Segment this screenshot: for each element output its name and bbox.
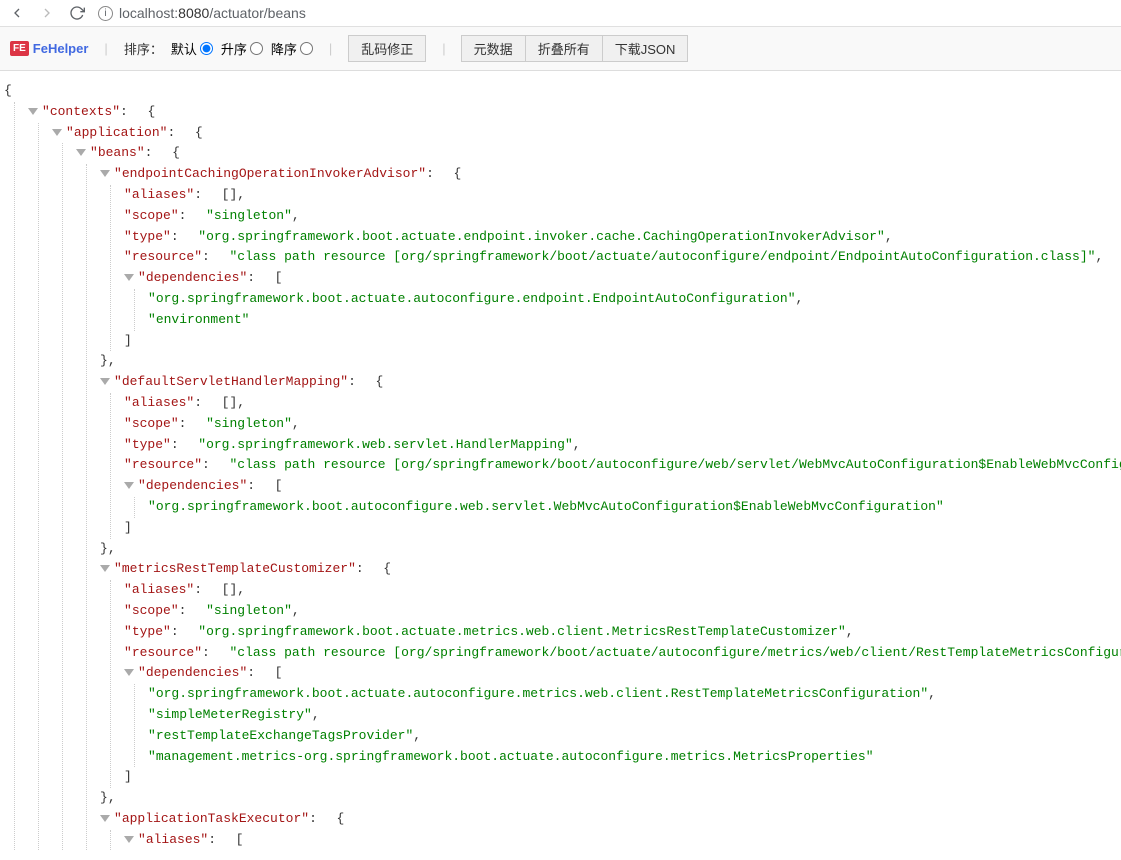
- forward-button[interactable]: [38, 4, 56, 22]
- toggle-icon[interactable]: [76, 149, 86, 156]
- json-key: dependencies: [138, 270, 247, 285]
- json-value: class path resource [org/springframework…: [229, 457, 1121, 472]
- radio-asc[interactable]: 升序: [221, 39, 263, 58]
- toggle-icon[interactable]: [124, 482, 134, 489]
- json-key: application: [66, 125, 167, 140]
- radio-desc-input[interactable]: [300, 42, 313, 55]
- json-key: aliases: [124, 582, 194, 597]
- json-root: {: [4, 81, 1117, 102]
- json-value: singleton: [206, 603, 292, 618]
- json-value: management.metrics-org.springframework.b…: [148, 749, 874, 764]
- json-key: scope: [124, 603, 179, 618]
- json-key: applicationTaskExecutor: [114, 811, 309, 826]
- collapse-all-button[interactable]: 折叠所有: [525, 35, 603, 62]
- json-value: org.springframework.web.servlet.HandlerM…: [198, 437, 572, 452]
- info-icon[interactable]: i: [98, 6, 113, 21]
- divider: |: [442, 41, 445, 56]
- divider: |: [104, 41, 107, 56]
- garbled-fix-button[interactable]: 乱码修正: [348, 35, 426, 62]
- json-key: type: [124, 624, 171, 639]
- json-value: class path resource [org/springframework…: [229, 249, 1095, 264]
- json-key: resource: [124, 249, 202, 264]
- json-key: endpointCachingOperationInvokerAdvisor: [114, 166, 426, 181]
- json-key: resource: [124, 645, 202, 660]
- json-key: resource: [124, 457, 202, 472]
- json-value: singleton: [206, 416, 292, 431]
- json-value: environment: [148, 312, 249, 327]
- radio-desc[interactable]: 降序: [271, 39, 313, 58]
- json-value: org.springframework.boot.actuate.endpoin…: [198, 229, 885, 244]
- toggle-icon[interactable]: [28, 108, 38, 115]
- divider: |: [329, 41, 332, 56]
- json-value: org.springframework.boot.actuate.autocon…: [148, 686, 928, 701]
- download-json-button[interactable]: 下载JSON: [602, 35, 689, 62]
- json-key: dependencies: [138, 665, 247, 680]
- json-value: class path resource [org/springframework…: [229, 645, 1121, 660]
- toggle-icon[interactable]: [100, 170, 110, 177]
- browser-nav-bar: i localhost:8080/actuator/beans: [0, 0, 1121, 27]
- json-key: scope: [124, 208, 179, 223]
- toggle-icon[interactable]: [100, 815, 110, 822]
- toggle-icon[interactable]: [100, 378, 110, 385]
- metadata-button[interactable]: 元数据: [461, 35, 526, 62]
- json-key: metricsRestTemplateCustomizer: [114, 561, 356, 576]
- fe-badge-icon: FE: [10, 41, 29, 56]
- fehelper-label: FeHelper: [33, 41, 89, 56]
- json-value: restTemplateExchangeTagsProvider: [148, 728, 413, 743]
- reload-button[interactable]: [68, 4, 86, 22]
- toggle-icon[interactable]: [124, 274, 134, 281]
- json-viewer: { contexts: { application: { beans: { en…: [0, 71, 1121, 860]
- toggle-icon[interactable]: [52, 129, 62, 136]
- address-bar[interactable]: i localhost:8080/actuator/beans: [98, 5, 1113, 21]
- json-key: scope: [124, 416, 179, 431]
- json-key: contexts: [42, 104, 120, 119]
- json-key: aliases: [124, 395, 194, 410]
- fehelper-logo: FE FeHelper: [10, 41, 88, 56]
- fehelper-toolbar: FE FeHelper | 排序： 默认 升序 降序 | 乱码修正 | 元数据 …: [0, 27, 1121, 71]
- toggle-icon[interactable]: [124, 836, 134, 843]
- json-key: dependencies: [138, 478, 247, 493]
- json-key: aliases: [124, 187, 194, 202]
- json-key: beans: [90, 145, 145, 160]
- json-value: org.springframework.boot.actuate.autocon…: [148, 291, 796, 306]
- json-key: type: [124, 229, 171, 244]
- json-key: aliases: [138, 832, 208, 847]
- radio-default-input[interactable]: [200, 42, 213, 55]
- radio-default[interactable]: 默认: [171, 39, 213, 58]
- json-value: simpleMeterRegistry: [148, 707, 312, 722]
- json-value: org.springframework.boot.actuate.metrics…: [198, 624, 846, 639]
- toggle-icon[interactable]: [100, 565, 110, 572]
- json-key: defaultServletHandlerMapping: [114, 374, 348, 389]
- sort-label: 排序：: [124, 39, 163, 58]
- toggle-icon[interactable]: [124, 669, 134, 676]
- radio-asc-input[interactable]: [250, 42, 263, 55]
- json-value: org.springframework.boot.autoconfigure.w…: [148, 499, 944, 514]
- json-key: type: [124, 437, 171, 452]
- json-value: singleton: [206, 208, 292, 223]
- back-button[interactable]: [8, 4, 26, 22]
- button-group: 元数据 折叠所有 下载JSON: [462, 35, 689, 62]
- url-text: localhost:8080/actuator/beans: [119, 5, 306, 21]
